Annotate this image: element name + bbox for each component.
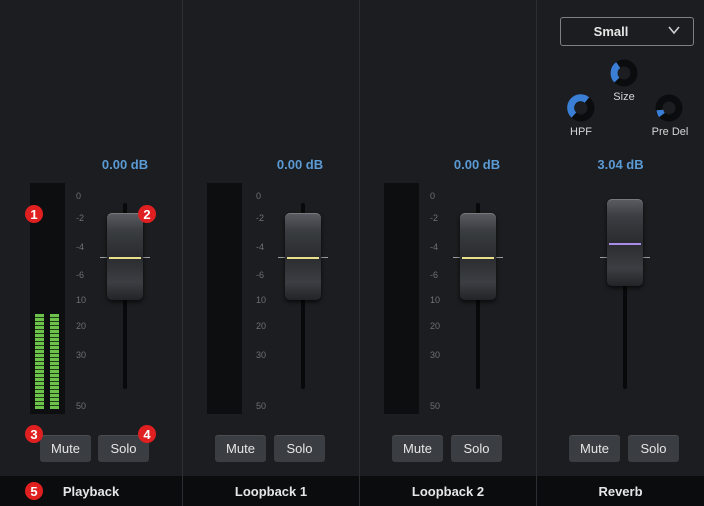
scale-label: -2 (430, 213, 439, 223)
fader-handle[interactable] (285, 213, 321, 300)
callout-badge-3: 3 (25, 425, 43, 443)
db-scale: 0 -2 -4 -6 10 20 30 50 (76, 0, 96, 476)
size-knob-label: Size (613, 91, 635, 103)
hpf-knob-label: HPF (570, 126, 592, 138)
fader-indicator (462, 257, 494, 259)
chevron-down-icon (668, 26, 680, 35)
scale-label: 10 (256, 295, 267, 305)
db-scale: 0 -2 -4 -6 10 20 30 50 (256, 0, 276, 476)
scale-label: 0 (430, 191, 436, 201)
gain-readout: 3.04 dB (597, 157, 644, 172)
level-meter (207, 183, 242, 414)
fader-handle[interactable] (460, 213, 496, 300)
meter-bar-left (35, 314, 44, 409)
mute-button[interactable]: Mute (40, 435, 91, 462)
scale-label: 30 (256, 350, 267, 360)
scale-label: 50 (256, 401, 267, 411)
fader-handle[interactable] (107, 213, 143, 300)
scale-label: -2 (76, 213, 85, 223)
channel-strip-loopback-1: 0.00 dB 0 -2 -4 -6 10 20 30 50 Mute Solo (183, 0, 360, 476)
meter-bar-right (50, 314, 59, 409)
scale-label: 20 (256, 321, 267, 331)
callout-badge-2: 2 (138, 205, 156, 223)
scale-label: -6 (256, 270, 265, 280)
reverb-size-value: Small (593, 24, 629, 39)
scale-label: -6 (76, 270, 85, 280)
channel-name-loopback-2: Loopback 2 (360, 476, 537, 506)
scale-label: -6 (430, 270, 439, 280)
mute-button[interactable]: Mute (392, 435, 443, 462)
solo-button[interactable]: Solo (628, 435, 679, 462)
solo-button[interactable]: Solo (274, 435, 325, 462)
callout-badge-4: 4 (138, 425, 156, 443)
fader-indicator (287, 257, 319, 259)
hpf-knob[interactable] (566, 93, 596, 123)
mute-button[interactable]: Mute (215, 435, 266, 462)
db-scale: 0 -2 -4 -6 10 20 30 50 (430, 0, 450, 476)
scale-label: -4 (430, 242, 439, 252)
scale-label: -2 (256, 213, 265, 223)
pre-delay-knob[interactable] (654, 93, 684, 123)
level-meter (384, 183, 419, 414)
scale-label: 20 (430, 321, 441, 331)
scale-label: -4 (256, 242, 265, 252)
channel-strip-playback: 0.00 dB 0 -2 -4 -6 10 20 30 50 Mute Solo (0, 0, 183, 476)
mixer-panel: 0.00 dB 0 -2 -4 -6 10 20 30 50 Mute Solo 0.00 d… (0, 0, 704, 506)
scale-label: 50 (76, 401, 87, 411)
fader-handle[interactable] (607, 199, 643, 286)
scale-label: 10 (76, 295, 87, 305)
solo-button[interactable]: Solo (451, 435, 502, 462)
callout-badge-1: 1 (25, 205, 43, 223)
fader-indicator (109, 257, 141, 259)
mute-button[interactable]: Mute (569, 435, 620, 462)
fader-indicator (609, 243, 641, 245)
scale-label: 10 (430, 295, 441, 305)
callout-badge-5: 5 (25, 482, 43, 500)
channel-name-loopback-1: Loopback 1 (183, 476, 360, 506)
scale-label: 0 (256, 191, 262, 201)
channel-strip-loopback-2: 0.00 dB 0 -2 -4 -6 10 20 30 50 Mute Solo (360, 0, 537, 476)
scale-label: 30 (76, 350, 87, 360)
scale-label: 50 (430, 401, 441, 411)
pre-delay-knob-label: Pre Del (651, 126, 689, 138)
scale-label: 0 (76, 191, 82, 201)
reverb-size-dropdown[interactable]: Small (560, 17, 694, 46)
channel-name-reverb: Reverb (598, 483, 643, 499)
scale-label: 30 (430, 350, 441, 360)
scale-label: 20 (76, 321, 87, 331)
scale-label: -4 (76, 242, 85, 252)
size-knob[interactable] (609, 58, 639, 88)
